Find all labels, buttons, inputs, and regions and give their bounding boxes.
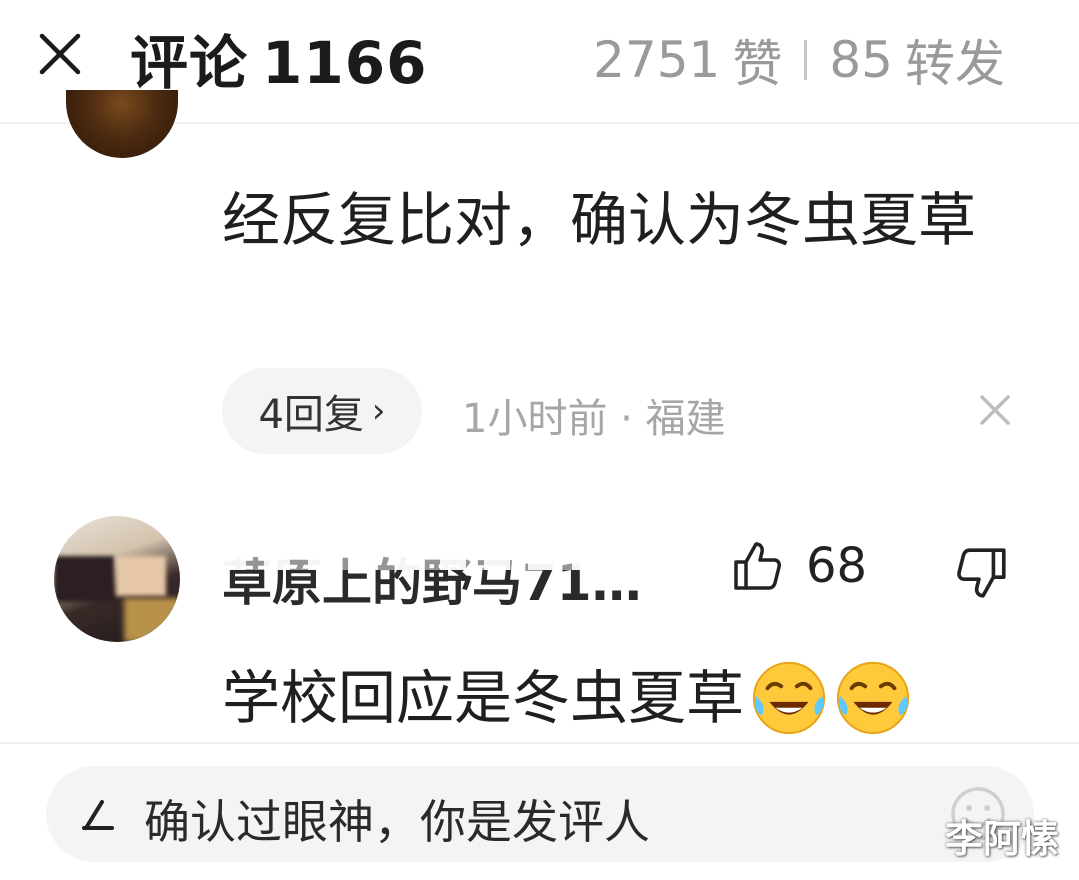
page-title: 评论 1166 [130,16,427,100]
laughing-crying-emoji-icon [836,661,910,735]
watermark: 李阿愫 [944,817,1059,861]
pen-icon [82,800,114,830]
stats-divider [804,40,808,80]
laughing-crying-emoji-icon [752,661,826,735]
post-stats: 2751 赞 85 转发 [593,24,1005,96]
close-icon [980,395,1010,425]
close-icon [39,33,81,75]
thumbs-up-icon [734,542,781,590]
chevron-right-icon: › [371,391,386,431]
title-label: 评论 [130,29,249,97]
avatar[interactable] [66,90,178,158]
reposts-label: 转发 [905,35,1005,93]
reply-count-label: 4回复 [258,392,364,438]
reposts-count: 85 [829,31,893,89]
dislike-button[interactable] [952,544,1010,602]
comment-input-bar: 确认过眼神，你是发评人 [0,742,1079,880]
avatar[interactable] [54,516,180,642]
avatar-mosaic [54,556,114,602]
thumbs-down-icon [957,548,1006,598]
comment-text: 学校回应是冬虫夏草 [222,658,912,738]
view-replies-button[interactable]: 4回复 › [222,368,422,454]
comment-text: 经反复比对，确认为冬虫夏草 [222,186,977,254]
comment-input[interactable]: 确认过眼神，你是发评人 [46,766,1034,862]
likes-label: 赞 [732,35,783,93]
comment-count: 1166 [262,29,428,97]
like-count: 68 [806,538,868,594]
comment-meta: 1小时前 · 福建 [462,386,726,444]
comment-time: 1小时前 [462,396,608,442]
likes-count: 2751 [593,31,721,89]
dismiss-button[interactable] [978,393,1012,427]
comment-location: 福建 [645,396,726,442]
like-button[interactable]: 68 [730,538,867,594]
username-redaction [220,552,660,570]
comment-input-text: 确认过眼神，你是发评人 [144,795,650,849]
avatar-mosaic [116,556,166,596]
avatar-mosaic [124,598,180,642]
comment-text-body: 学校回应是冬虫夏草 [222,664,745,732]
close-button[interactable] [36,30,84,78]
meta-separator: · [620,396,646,442]
